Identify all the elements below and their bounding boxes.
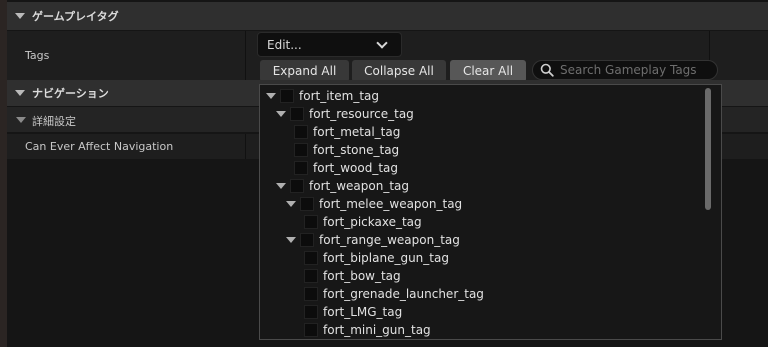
tag-label: fort_mini_gun_tag [323,323,431,337]
column-divider[interactable] [245,134,246,159]
tag-label: fort_bow_tag [323,269,401,283]
expand-arrow-icon[interactable] [286,201,296,207]
tag-tree-row[interactable]: fort_item_tag [266,87,379,105]
section-title: ナビゲーション [32,87,109,100]
tag-checkbox[interactable] [300,233,314,247]
tags-edit-dropdown[interactable]: Edit... [257,32,402,57]
tag-tree-row[interactable]: fort_bow_tag [304,267,401,285]
tag-tree-row[interactable]: fort_LMG_tag [304,303,402,321]
chevron-down-icon [376,37,388,49]
tag-checkbox[interactable] [304,215,318,229]
tag-label: fort_resource_tag [309,107,414,121]
tag-label: fort_item_tag [299,89,379,103]
tag-tree-row[interactable]: fort_pickaxe_tag [304,213,422,231]
tag-label: fort_metal_tag [313,125,401,139]
collapse-arrow-icon[interactable] [15,13,25,19]
tag-checkbox[interactable] [304,251,318,265]
tag-tree-row[interactable]: fort_mini_gun_tag [304,321,431,339]
tag-checkbox[interactable] [280,89,294,103]
section-title: ゲームプレイタグ [32,10,119,23]
tag-label: fort_stone_tag [313,143,400,157]
section-header-gameplay-tags[interactable]: ゲームプレイタグ [7,2,768,30]
search-input[interactable] [560,63,710,77]
can-ever-affect-navigation-label: Can Ever Affect Navigation [25,140,174,153]
expand-arrow-icon[interactable] [276,183,286,189]
tag-tree-row[interactable]: fort_resource_tag [276,105,414,123]
subsection-title: 詳細設定 [32,115,76,128]
tag-checkbox[interactable] [294,143,308,157]
tags-label: Tags [25,49,50,62]
tag-checkbox[interactable] [304,305,318,319]
tag-checkbox[interactable] [304,323,318,337]
tag-label: fort_pickaxe_tag [323,215,422,229]
tag-tree-row[interactable]: fort_weapon_tag [276,177,409,195]
tag-tree-row[interactable]: fort_stone_tag [294,141,399,159]
tag-tree-row[interactable]: fort_range_weapon_tag [286,231,460,249]
tag-label: fort_biplane_gun_tag [323,251,449,265]
tag-tree-row[interactable]: fort_grenade_launcher_tag [304,285,484,303]
tree-scrollbar[interactable] [705,88,711,210]
left-edge-panel [0,0,7,347]
expand-all-button[interactable]: Expand All [260,60,349,82]
tag-tree-row[interactable]: fort_melee_weapon_tag [286,195,462,213]
tag-tree-row[interactable]: fort_metal_tag [294,123,400,141]
tag-checkbox[interactable] [290,107,304,121]
collapse-arrow-icon[interactable] [16,117,26,123]
collapse-arrow-icon[interactable] [15,90,25,96]
tag-checkbox[interactable] [304,269,318,283]
tag-checkbox[interactable] [290,179,304,193]
expand-arrow-icon[interactable] [286,237,296,243]
search-gameplay-tags [532,60,718,80]
collapse-all-button[interactable]: Collapse All [352,60,446,82]
expand-arrow-icon[interactable] [276,111,286,117]
clear-all-button[interactable]: Clear All [450,60,526,82]
tag-checkbox[interactable] [304,287,318,301]
tag-label: fort_grenade_launcher_tag [323,287,484,301]
tag-checkbox[interactable] [294,125,308,139]
dropdown-value: Edit... [267,37,302,52]
tag-label: fort_wood_tag [313,161,398,175]
tag-tree-row[interactable]: fort_wood_tag [294,159,398,177]
column-divider[interactable] [245,31,246,83]
tag-label: fort_LMG_tag [323,305,403,319]
expand-arrow-icon[interactable] [266,93,276,99]
tag-tree-row[interactable]: fort_biplane_gun_tag [304,249,449,267]
tag-label: fort_melee_weapon_tag [319,197,463,211]
tag-checkbox[interactable] [300,197,314,211]
tag-label: fort_weapon_tag [309,179,409,193]
tag-checkbox[interactable] [294,161,308,175]
gameplay-tag-tree[interactable]: fort_item_tag fort_resource_tag fort_metal… [259,84,722,340]
search-icon [540,63,554,77]
tag-label: fort_range_weapon_tag [319,233,460,247]
